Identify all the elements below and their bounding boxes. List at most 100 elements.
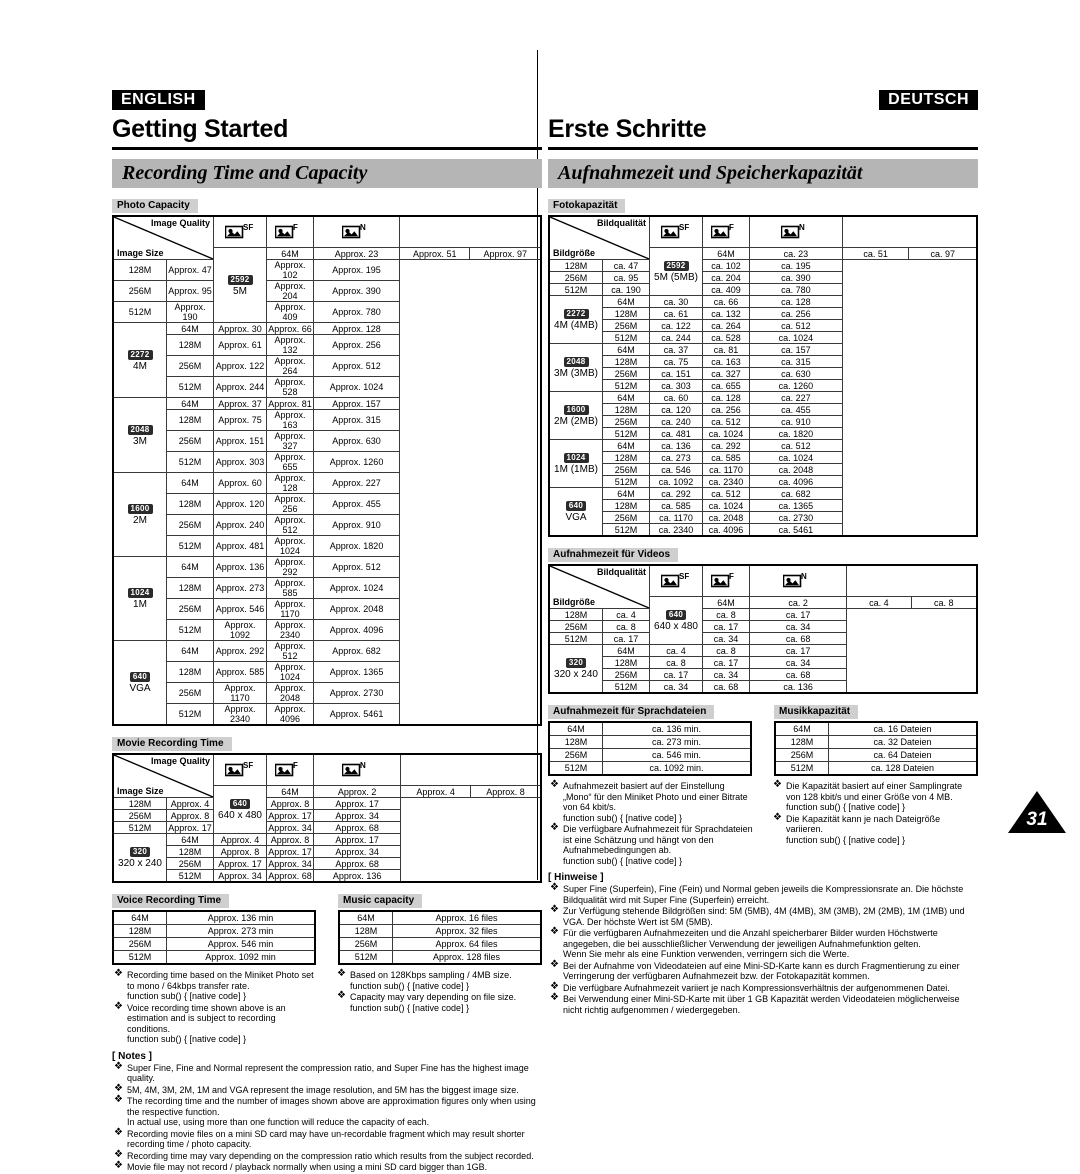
capacity-value-cell: Approx. 75 — [213, 409, 267, 431]
capacity-value-cell: Approx. 1024 — [312, 376, 401, 398]
capacity-value-cell: Approx. 34 — [312, 845, 402, 858]
memory-size-cell: 256M — [166, 857, 214, 870]
english-small-tables-row: Voice Recording Time 64M Approx. 136 min 1… — [112, 890, 542, 965]
list-item: ❖ Recording movie files on a mini SD card… — [112, 1127, 542, 1150]
list-item: ❖ Movie file may not record / playback no… — [112, 1160, 542, 1173]
capacity-value-cell: Approx. 32 files — [392, 924, 542, 938]
capacity-value-cell: ca. 75 — [649, 355, 703, 368]
resolution-badge: 640 — [129, 672, 151, 682]
bullet-icon: ❖ — [773, 811, 782, 823]
capacity-value-cell: ca. 455 — [749, 403, 843, 416]
capacity-value-cell: ca. 4096 — [749, 475, 843, 488]
list-item-subtext: function sub() { [native code] } — [350, 1002, 470, 1013]
image-size-cell: 1024 1M — [112, 556, 167, 641]
quality-column-header: SF — [213, 215, 267, 248]
list-item-text: Für die verfügbaren Aufnahmezeiten und d… — [563, 928, 938, 949]
table-row: 256M ca. 546 ca. 1170 ca. 2048 — [549, 463, 977, 476]
resolution-badge: 2592 — [663, 261, 689, 271]
table-row: 512M Approx. 1092 min — [112, 950, 316, 965]
german-language-bar: DEUTSCH — [548, 90, 978, 110]
table-row: 2272 4M (4MB) 64M ca. 30 ca. 66 ca. 128 — [548, 295, 977, 344]
table-row: 64M ca. 16 Dateien — [774, 721, 978, 736]
capacity-value-cell: ca. 528 — [702, 331, 750, 344]
capacity-value-cell: Approx. 512 — [266, 514, 314, 536]
capacity-value-cell: ca. 17 — [748, 644, 848, 657]
quality-column-header: F — [266, 215, 314, 248]
capacity-table: Image Quality Image Size SF F N 2592 5M 64M Appr… — [112, 215, 542, 726]
english-voice-caption: Voice Recording Time — [112, 894, 230, 908]
english-chapter-title: Getting Started — [112, 115, 289, 143]
bullet-icon: ❖ — [114, 1000, 123, 1012]
resolution-badge: 640 — [229, 799, 251, 809]
memory-size-cell: 128M — [602, 656, 650, 669]
image-size-cell: 2048 3M (3MB) — [548, 343, 603, 392]
capacity-value-cell: Approx. 2048 — [266, 682, 314, 704]
memory-size-cell: 256M — [548, 620, 603, 633]
table-row: 256M Approx. 17 Approx. 34 Approx. 68 — [113, 857, 541, 870]
table-row: 128M Approx. 273 Approx. 585 Approx. 1024 — [113, 577, 541, 599]
memory-size-cell: 64M — [702, 247, 750, 260]
memory-size-cell: 64M — [166, 472, 214, 494]
english-title-rule — [112, 147, 542, 150]
list-item-subtext: In actual use, using more than one funct… — [127, 1117, 430, 1127]
capacity-value-cell: ca. 128 — [702, 391, 750, 404]
memory-size-cell: 512M — [112, 950, 167, 965]
memory-size-cell: 256M — [602, 668, 650, 681]
capacity-value-cell: ca. 81 — [702, 343, 750, 356]
memory-size-cell: 64M — [266, 785, 314, 798]
capacity-value-cell: Approx. 4096 — [312, 619, 401, 641]
list-item: ❖ Capacity may vary depending on file siz… — [335, 990, 542, 1013]
capacity-value-cell: ca. 240 — [649, 415, 703, 428]
list-item: ❖ Voice recording time shown above is an … — [112, 1000, 319, 1045]
capacity-value-cell: ca. 585 — [702, 451, 750, 464]
table-row: 128M ca. 120 ca. 256 ca. 455 — [549, 403, 977, 416]
capacity-value-cell: Approx. 34 — [312, 809, 402, 822]
memory-size-cell: 512M — [548, 761, 603, 776]
memory-size-cell: 64M — [602, 295, 650, 308]
capacity-value-cell: Approx. 136 — [312, 869, 402, 883]
capacity-value-cell: ca. 1092 min. — [602, 761, 752, 776]
memory-size-cell: 256M — [112, 809, 167, 822]
list-item: ❖ Aufnahmezeit basiert auf der Einstellun… — [548, 779, 755, 823]
memory-size-cell: 64M — [266, 247, 314, 260]
capacity-value-cell: Approx. 204 — [266, 280, 314, 302]
table-header-row: Bildqualität Bildgröße SF F N — [548, 215, 977, 260]
memory-size-cell: 512M — [602, 475, 650, 488]
capacity-value-cell: Approx. 128 files — [392, 950, 542, 965]
table-row: 256M Approx. 151 Approx. 327 Approx. 630 — [113, 430, 541, 452]
capacity-value-cell: ca. 157 — [749, 343, 843, 356]
capacity-value-cell: ca. 128 — [749, 295, 843, 308]
memory-size-cell: 64M — [112, 910, 167, 925]
list-item-text: The recording time and the number of ima… — [127, 1096, 536, 1117]
capacity-value-cell: Approx. 95 — [166, 280, 214, 302]
memory-size-cell: 128M — [548, 608, 603, 621]
list-item: ❖ 5M, 4M, 3M, 2M, 1M and VGA represent th… — [112, 1083, 542, 1096]
table-row: 512M Approx. 481 Approx. 1024 Approx. 1820 — [113, 535, 541, 557]
list-item-text: Die verfügbare Aufnahmezeit für Sprachda… — [563, 824, 753, 855]
memory-size-cell: 128M — [112, 259, 167, 281]
capacity-value-cell: Approx. 585 — [266, 577, 314, 599]
bullet-icon: ❖ — [114, 1060, 123, 1072]
memory-size-cell: 512M — [602, 331, 650, 344]
table-row: 128M ca. 273 ca. 585 ca. 1024 — [549, 451, 977, 464]
table-header-row: Bildqualität Bildgröße SF F N — [548, 564, 977, 609]
table-corner-header: Bildqualität Bildgröße — [548, 564, 650, 609]
bullet-icon: ❖ — [114, 968, 123, 979]
memory-size-cell: 512M — [548, 632, 603, 645]
table-row: 128M ca. 61 ca. 132 ca. 256 — [549, 307, 977, 320]
header-quality-label: Image Quality — [150, 756, 210, 766]
german-music-notes: ❖ Die Kapazität basiert auf einer Samplin… — [771, 779, 978, 845]
capacity-value-cell: Approx. 37 — [213, 397, 267, 410]
capacity-value-cell: Approx. 292 — [266, 556, 314, 578]
list-item-text: Based on 128Kbps sampling / 4MB size. — [350, 970, 512, 980]
capacity-value-cell: ca. 17 — [748, 608, 848, 621]
capacity-value-cell: Approx. 1024 — [266, 661, 314, 683]
table-row: 512M Approx. 244 Approx. 528 Approx. 1024 — [113, 376, 541, 398]
capacity-value-cell: Approx. 315 — [312, 409, 401, 431]
german-voice-notes: ❖ Aufnahmezeit basiert auf der Einstellun… — [548, 779, 755, 866]
capacity-value-cell: Approx. 195 — [312, 259, 401, 281]
capacity-value-cell: ca. 2730 — [749, 511, 843, 524]
capacity-value-cell: Approx. 30 — [213, 322, 267, 335]
list-item: ❖ Recording time based on the Miniket Pho… — [112, 968, 319, 1002]
capacity-value-cell: Approx. 512 — [312, 556, 401, 578]
